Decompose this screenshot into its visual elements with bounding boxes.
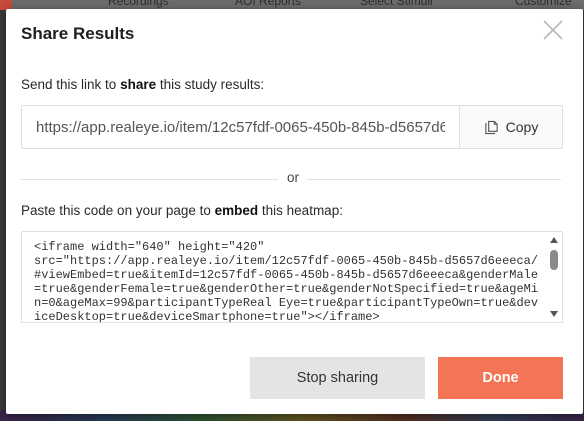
embed-code-scrollbar[interactable] — [546, 232, 562, 322]
or-text: or — [286, 170, 299, 185]
close-button[interactable] — [541, 18, 565, 42]
share-link-input[interactable] — [22, 106, 459, 148]
dialog-title: Share Results — [21, 24, 135, 43]
share-link-label: Send this link to share this study resul… — [21, 77, 265, 92]
copy-button[interactable]: Copy — [459, 106, 562, 148]
nav-item-select-stimuli: Select Stimuli — [360, 0, 433, 8]
copy-icon — [484, 120, 498, 134]
nav-item-recordings: Recordings — [108, 0, 169, 8]
scroll-up-icon[interactable] — [549, 236, 559, 244]
stop-sharing-button[interactable]: Stop sharing — [250, 357, 425, 399]
scroll-down-icon[interactable] — [549, 310, 559, 318]
nav-item-customize: Customize — [515, 0, 572, 8]
divider-line-left — [21, 179, 278, 180]
done-button[interactable]: Done — [438, 357, 563, 399]
share-link-group: Copy — [21, 105, 563, 149]
embed-code-label: Paste this code on your page to embed th… — [21, 203, 343, 218]
share-results-dialog: Share Results Send this link to share th… — [6, 9, 583, 414]
scroll-thumb[interactable] — [550, 250, 558, 270]
close-icon — [543, 20, 563, 40]
or-divider: or — [21, 170, 561, 186]
embed-code-text: <iframe width="640" height="420" src="ht… — [34, 240, 539, 323]
nav-item-aoi-reports: AOI Reports — [235, 0, 302, 8]
embed-code-textarea[interactable]: <iframe width="640" height="420" src="ht… — [21, 231, 563, 323]
copy-label: Copy — [505, 119, 539, 135]
divider-line-right — [307, 179, 561, 180]
